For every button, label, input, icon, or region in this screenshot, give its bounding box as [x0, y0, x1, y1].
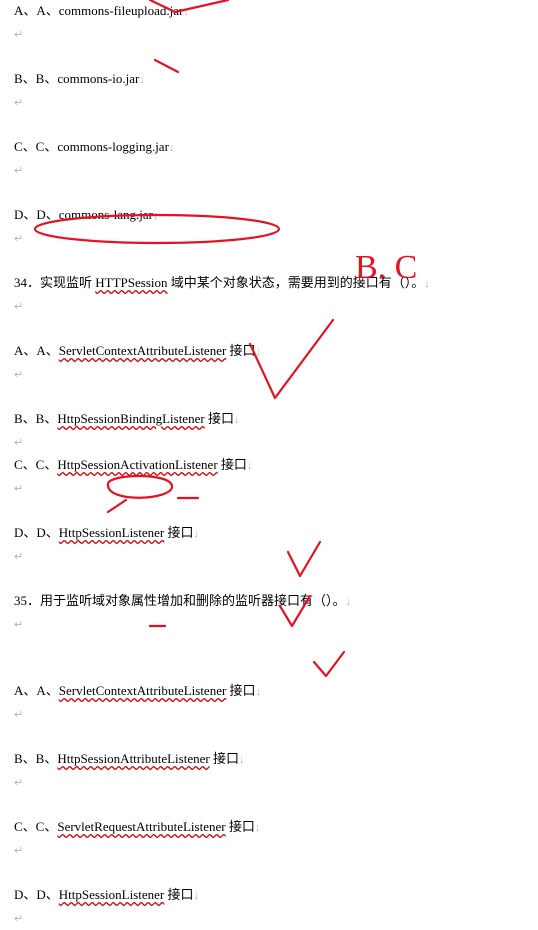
newline-mark: ↓ — [139, 74, 145, 86]
option-label: A、A、 — [14, 343, 59, 358]
newline-mark: ↓ — [239, 754, 245, 766]
document-content: A、A、commons-fileupload.jar↓ ↵ B、B、common… — [14, 0, 524, 930]
return-mark: ↵ — [14, 301, 23, 313]
option-row: A、A、ServletContextAttributeListener 接口↓ — [14, 680, 524, 703]
option-label: B、B、 — [14, 71, 57, 86]
option-row: C、C、commons-logging.jar↓ — [14, 136, 524, 159]
return-mark: ↵ — [14, 709, 23, 721]
newline-mark: ↓ — [247, 460, 253, 472]
option-text: HttpSessionBindingListener — [57, 411, 204, 426]
newline-mark: ↓ — [256, 686, 262, 698]
option-text: HttpSessionListener — [59, 887, 164, 902]
return-mark: ↵ — [14, 913, 23, 925]
option-text: HttpSessionAttributeListener — [57, 751, 209, 766]
question-number: 34． — [14, 275, 40, 290]
newline-mark: ↓ — [193, 528, 199, 540]
underlined-term: HTTPSession — [95, 275, 167, 290]
return-mark: ↵ — [14, 233, 23, 245]
option-text: commons-lang.jar — [59, 207, 153, 222]
option-label: C、C、 — [14, 819, 57, 834]
newline-mark: ↓ — [193, 890, 199, 902]
option-label: D、D、 — [14, 525, 59, 540]
option-text: ServletRequestAttributeListener — [57, 819, 225, 834]
option-label: B、B、 — [14, 751, 57, 766]
option-row: A、A、ServletContextAttributeListener 接口↓ — [14, 340, 524, 363]
return-mark: ↵ — [14, 165, 23, 177]
question-number: 35． — [14, 593, 40, 608]
option-text: HttpSessionActivationListener — [57, 457, 217, 472]
option-label: D、D、 — [14, 887, 59, 902]
option-row: B、B、commons-io.jar↓ — [14, 68, 524, 91]
option-row: D、D、HttpSessionListener 接口↓ — [14, 884, 524, 907]
newline-mark: ↓ — [255, 822, 261, 834]
return-mark: ↵ — [14, 483, 23, 495]
newline-mark: ↓ — [346, 596, 352, 608]
option-row: D、D、commons-lang.jar↓ — [14, 204, 524, 227]
option-row: D、D、HttpSessionListener 接口↓ — [14, 522, 524, 545]
newline-mark: ↓ — [256, 346, 262, 358]
option-row: B、B、HttpSessionAttributeListener 接口↓ — [14, 748, 524, 771]
return-mark: ↵ — [14, 369, 23, 381]
return-mark: ↵ — [14, 29, 23, 41]
newline-mark: ↓ — [169, 142, 175, 154]
option-text: ServletContextAttributeListener — [59, 343, 227, 358]
option-text: commons-fileupload.jar — [59, 3, 184, 18]
return-mark: ↵ — [14, 551, 23, 563]
option-label: C、C、 — [14, 457, 57, 472]
return-mark: ↵ — [14, 97, 23, 109]
option-label: D、D、 — [14, 207, 59, 222]
option-label: A、A、 — [14, 3, 59, 18]
return-mark: ↵ — [14, 619, 23, 631]
return-mark: ↵ — [14, 845, 23, 857]
option-label: B、B、 — [14, 411, 57, 426]
option-row: A、A、commons-fileupload.jar↓ — [14, 0, 524, 23]
newline-mark: ↓ — [234, 414, 240, 426]
newline-mark: ↓ — [424, 278, 430, 290]
option-row: B、B、HttpSessionBindingListener 接口↓ — [14, 408, 524, 431]
question-34: 34．实现监听 HTTPSession 域中某个对象状态，需要用到的接口有（）。… — [14, 272, 524, 295]
newline-mark: ↓ — [183, 6, 189, 18]
newline-mark: ↓ — [153, 210, 159, 222]
option-label: A、A、 — [14, 683, 59, 698]
option-text: commons-io.jar — [57, 71, 139, 86]
question-35: 35．用于监听域对象属性增加和删除的监听器接口有（）。↓ — [14, 590, 524, 613]
option-text: HttpSessionListener — [59, 525, 164, 540]
option-text: commons-logging.jar — [57, 139, 169, 154]
option-label: C、C、 — [14, 139, 57, 154]
return-mark: ↵ — [14, 437, 23, 449]
return-mark: ↵ — [14, 777, 23, 789]
option-row: C、C、HttpSessionActivationListener 接口↓ — [14, 454, 524, 477]
option-text: ServletContextAttributeListener — [59, 683, 227, 698]
option-row: C、C、ServletRequestAttributeListener 接口↓ — [14, 816, 524, 839]
